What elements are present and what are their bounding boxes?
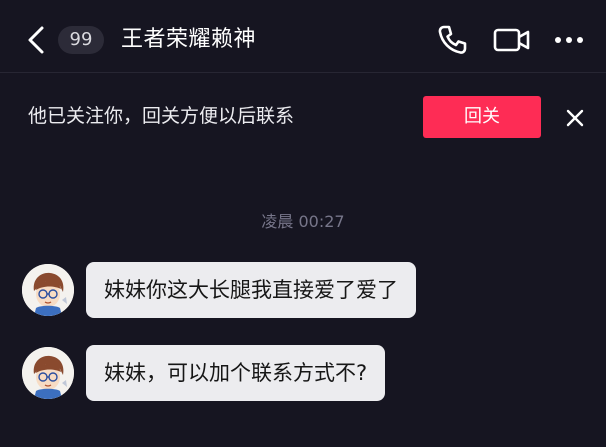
chat-title[interactable]: 王者荣耀赖神 <box>121 23 256 57</box>
voice-call-button[interactable] <box>434 22 470 58</box>
video-camera-icon <box>493 28 530 52</box>
follow-back-prompt: 他已关注你，回关方便以后联系 <box>28 105 295 127</box>
video-call-button[interactable] <box>492 22 532 58</box>
unread-count-badge: 99 <box>58 26 104 54</box>
chevron-left-icon <box>28 26 44 54</box>
close-icon <box>566 109 584 127</box>
phone-icon <box>438 25 467 54</box>
message-bubble[interactable]: 妹妹，可以加个联系方式不? <box>86 345 386 401</box>
message-bubble[interactable]: 妹妹你这大长腿我直接爱了爱了 <box>86 262 416 318</box>
close-banner-button[interactable] <box>564 107 586 129</box>
sender-avatar[interactable] <box>22 347 74 399</box>
chat-screen: 99 王者荣耀赖神 他已关注你，回关方便以后联系 回关 凌晨 00:27 妹妹你… <box>0 0 606 447</box>
cartoon-avatar-icon <box>22 347 74 399</box>
cartoon-avatar-icon <box>22 264 74 316</box>
more-dots-icon <box>555 37 583 43</box>
sender-avatar[interactable] <box>22 264 74 316</box>
message-row: 妹妹，可以加个联系方式不? <box>0 345 606 405</box>
follow-back-banner: 他已关注你，回关方便以后联系 回关 <box>0 73 606 161</box>
message-row: 妹妹你这大长腿我直接爱了爱了 <box>0 262 606 322</box>
back-button[interactable] <box>24 24 52 56</box>
message-timestamp: 凌晨 00:27 <box>261 212 345 231</box>
follow-back-button[interactable]: 回关 <box>423 96 541 138</box>
chat-header: 99 王者荣耀赖神 <box>0 0 606 73</box>
more-options-button[interactable] <box>550 22 588 58</box>
